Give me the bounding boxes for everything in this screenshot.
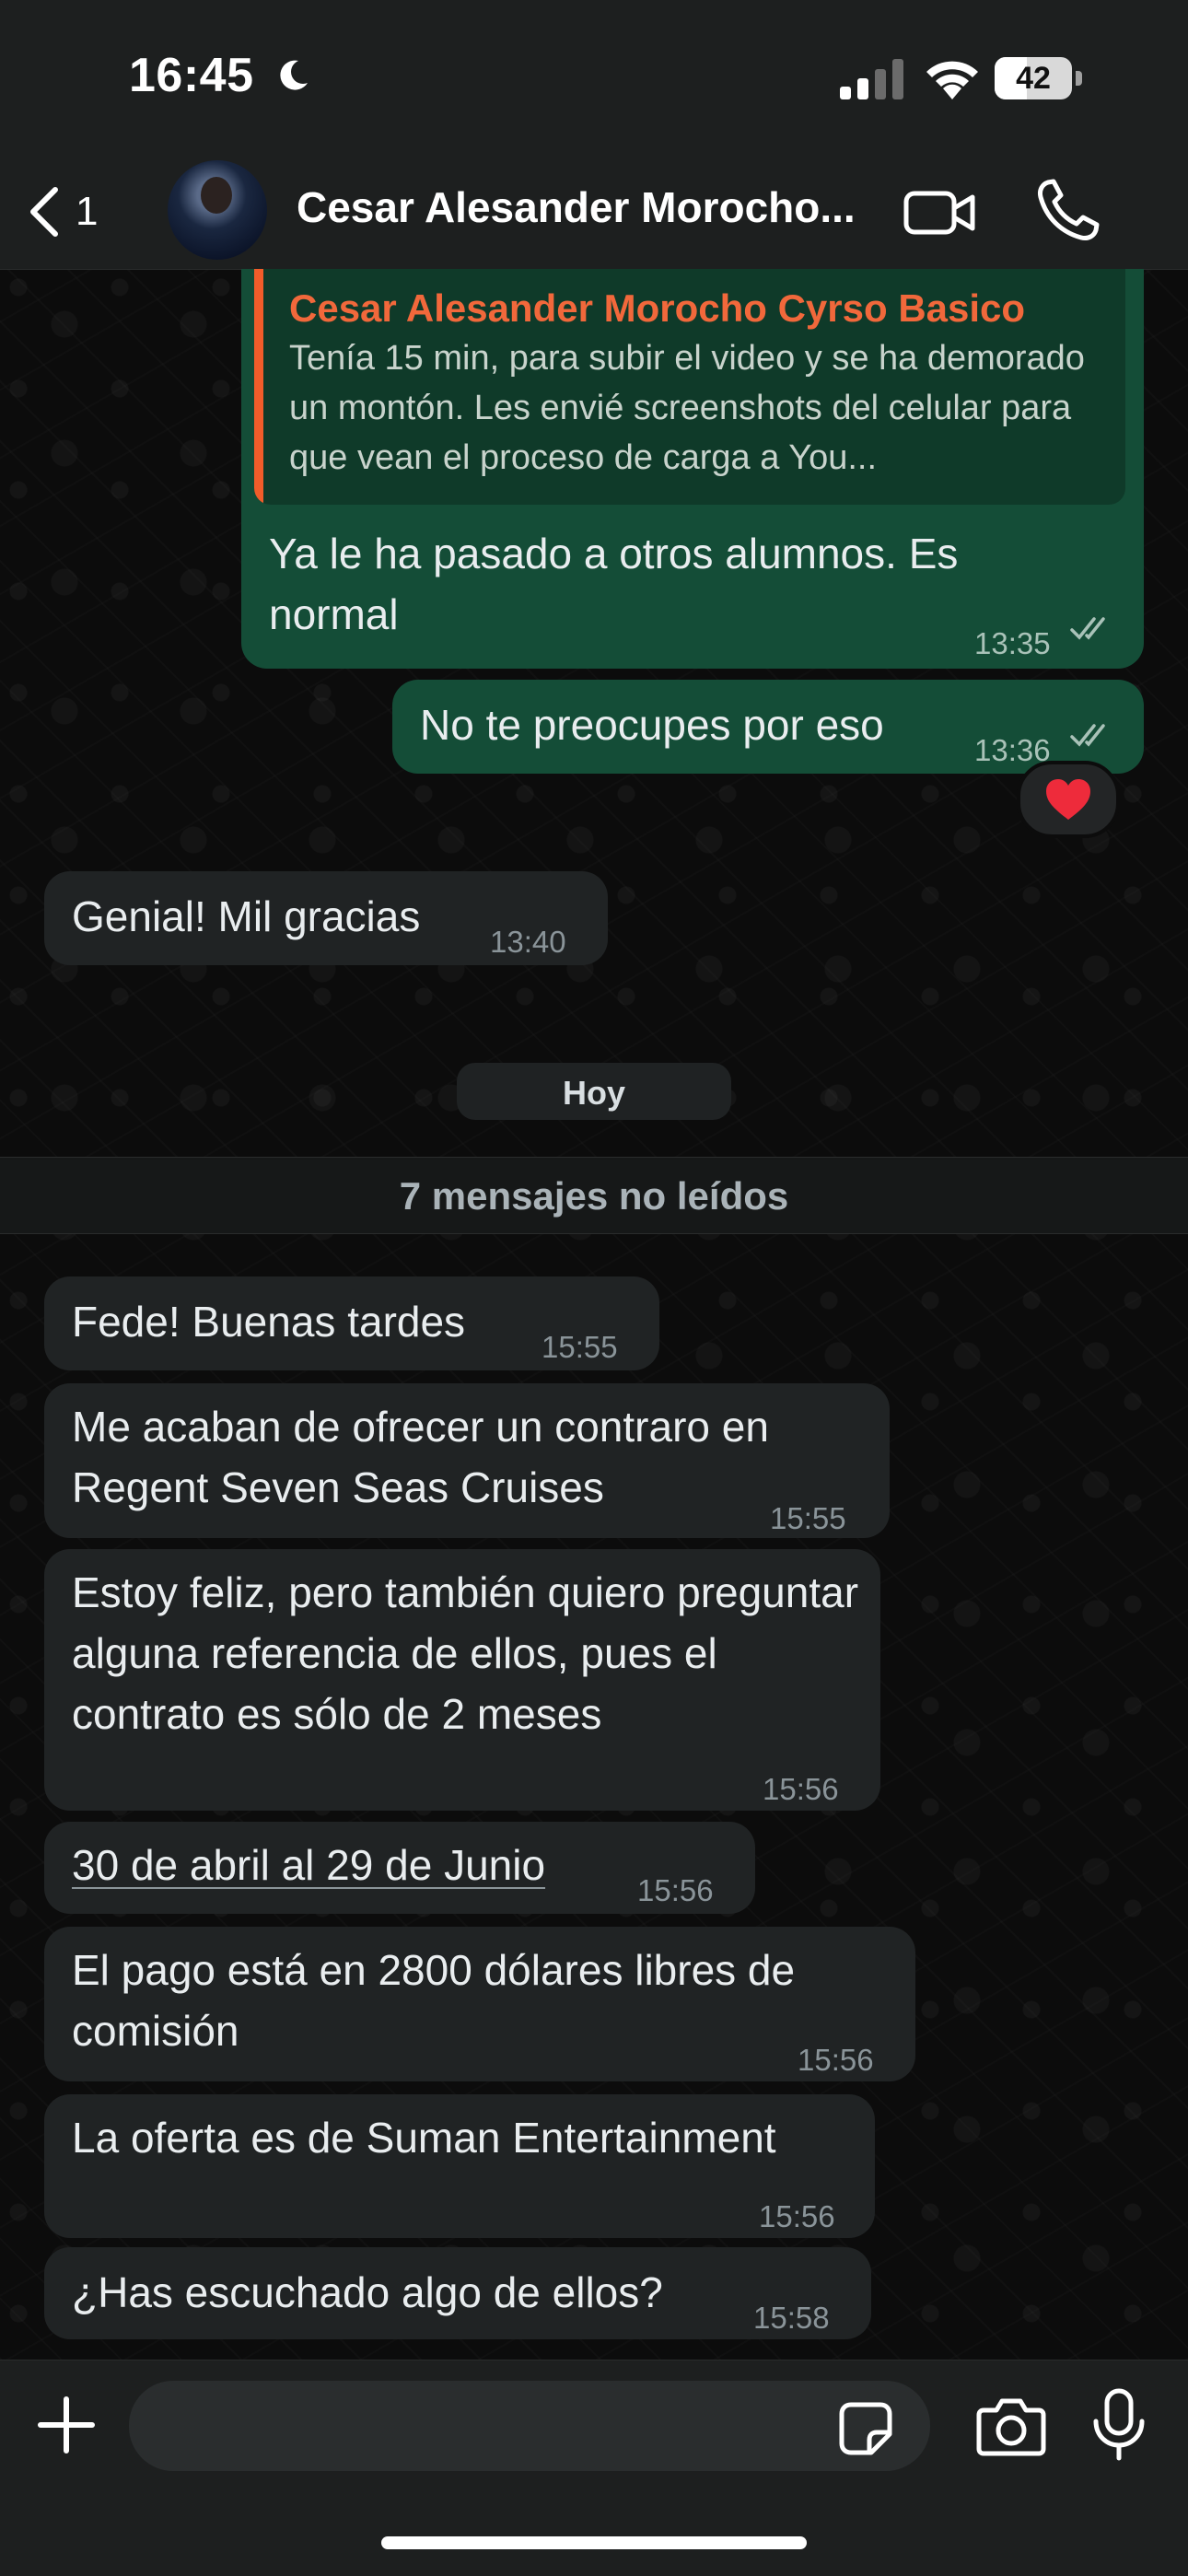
message-bubble-incoming[interactable]: 30 de abril al 29 de Junio 15:56 xyxy=(44,1822,755,1914)
message-bubble-incoming[interactable]: ¿Has escuchado algo de ellos? 15:58 xyxy=(44,2247,871,2339)
message-bubble-incoming[interactable]: Me acaban de ofrecer un contraro en Rege… xyxy=(44,1383,890,1538)
message-text: Me acaban de ofrecer un contraro en Rege… xyxy=(72,1403,769,1511)
message-text: No te preocupes por eso xyxy=(420,701,884,749)
message-time: 15:55 xyxy=(770,1501,846,1535)
battery-level: 42 xyxy=(1016,61,1051,96)
message-time: 15:56 xyxy=(798,2043,874,2077)
unread-chats-count: 1 xyxy=(76,189,99,234)
date-separator-label: Hoy xyxy=(562,1074,625,1112)
message-reaction[interactable] xyxy=(1017,761,1120,838)
message-time: 15:56 xyxy=(759,2199,835,2233)
sticker-icon[interactable] xyxy=(838,2401,893,2456)
message-time: 15:56 xyxy=(637,1873,714,1907)
message-bubble-incoming[interactable]: Estoy feliz, pero también quiero pregunt… xyxy=(44,1549,880,1811)
double-check-icon xyxy=(1070,617,1105,640)
message-time: 15:55 xyxy=(542,1330,618,1364)
message-text: El pago está en 2800 dólares libres de c… xyxy=(72,1946,796,2055)
quoted-message[interactable]: Cesar Alesander Morocho Cyrso Basico Ten… xyxy=(254,269,1125,505)
message-text: ¿Has escuchado algo de ellos? xyxy=(72,2268,663,2316)
signal-icon xyxy=(840,59,903,99)
message-time: 13:35 xyxy=(974,626,1051,660)
video-call-icon[interactable] xyxy=(903,182,976,243)
message-text: Estoy feliz, pero también quiero pregunt… xyxy=(72,1568,859,1738)
quote-author: Cesar Alesander Morocho Cyrso Basico xyxy=(289,286,1026,330)
plus-icon[interactable] xyxy=(33,2392,99,2458)
message-input[interactable] xyxy=(129,2381,930,2471)
camera-icon[interactable] xyxy=(976,2395,1046,2456)
back-button[interactable]: 1 xyxy=(28,177,129,247)
battery-icon: 42 xyxy=(995,57,1083,99)
message-time: 15:56 xyxy=(763,1772,839,1806)
status-bar: 16:45 42 xyxy=(0,0,1188,157)
double-check-icon xyxy=(1070,724,1105,747)
message-date-link[interactable]: 30 de abril al 29 de Junio xyxy=(72,1835,545,1895)
heart-icon xyxy=(1046,779,1090,820)
date-separator: Hoy xyxy=(457,1063,731,1120)
unread-messages-banner: 7 mensajes no leídos xyxy=(0,1157,1188,1234)
quote-text: Tenía 15 min, para subir el video y se h… xyxy=(289,339,1085,477)
back-chevron-icon xyxy=(30,187,58,237)
status-time: 16:45 xyxy=(129,49,254,102)
message-time: 15:58 xyxy=(753,2301,830,2335)
chat-header: 1 Cesar Alesander Morocho... xyxy=(0,157,1188,270)
quote-accent-bar xyxy=(254,269,263,505)
phone-icon[interactable] xyxy=(1035,177,1101,243)
moon-icon xyxy=(280,60,308,90)
unread-messages-label: 7 mensajes no leídos xyxy=(399,1174,789,1218)
microphone-icon[interactable] xyxy=(1090,2388,1147,2462)
contact-name[interactable]: Cesar Alesander Morocho... xyxy=(297,182,877,232)
message-text: Genial! Mil gracias xyxy=(72,892,421,940)
home-indicator[interactable] xyxy=(381,2536,807,2549)
message-text: La oferta es de Suman Entertainment xyxy=(72,2114,776,2162)
message-bubble-outgoing[interactable]: No te preocupes por eso 13:36 xyxy=(392,680,1144,774)
contact-avatar[interactable] xyxy=(168,160,267,260)
message-bubble-incoming[interactable]: La oferta es de Suman Entertainment 15:5… xyxy=(44,2094,875,2238)
message-bubble-outgoing[interactable]: Cesar Alesander Morocho Cyrso Basico Ten… xyxy=(241,269,1144,669)
message-bubble-incoming[interactable]: El pago está en 2800 dólares libres de c… xyxy=(44,1927,915,2081)
message-bubble-incoming[interactable]: Fede! Buenas tardes 15:55 xyxy=(44,1276,659,1370)
message-text: Fede! Buenas tardes xyxy=(72,1298,466,1346)
wifi-icon xyxy=(926,61,978,99)
message-bubble-incoming[interactable]: Genial! Mil gracias 13:40 xyxy=(44,871,608,965)
message-time: 13:40 xyxy=(490,925,566,959)
message-text: Ya le ha pasado a otros alumnos. Es norm… xyxy=(269,530,959,638)
